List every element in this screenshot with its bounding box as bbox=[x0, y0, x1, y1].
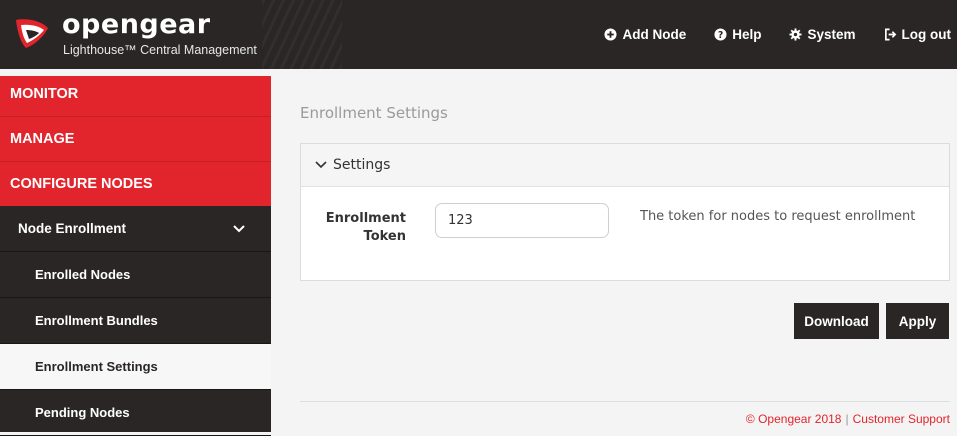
download-button[interactable]: Download bbox=[794, 303, 879, 339]
brand-tagline: Lighthouse™ Central Management bbox=[63, 43, 257, 57]
top-bar: opengear Lighthouse™ Central Management … bbox=[0, 0, 957, 69]
logo[interactable]: opengear Lighthouse™ Central Management bbox=[10, 8, 270, 60]
sidebar-section-manage[interactable]: MANAGE bbox=[0, 116, 271, 161]
settings-panel: Settings Enrollment Token The token for … bbox=[300, 143, 950, 281]
enrollment-token-label-line2: Token bbox=[363, 229, 406, 244]
svg-text:?: ? bbox=[718, 30, 723, 41]
sidebar-item-enrolled-nodes[interactable]: Enrolled Nodes bbox=[0, 252, 271, 298]
footer-separator: | bbox=[845, 412, 849, 426]
sidebar: MONITOR MANAGE CONFIGURE NODES Node Enro… bbox=[0, 76, 271, 436]
enrollment-token-label-line1: Enrollment bbox=[325, 211, 406, 226]
help-label: Help bbox=[732, 27, 762, 42]
settings-panel-header[interactable]: Settings bbox=[301, 144, 949, 187]
help-button[interactable]: ? Help bbox=[714, 27, 761, 42]
add-node-label: Add Node bbox=[622, 27, 687, 42]
sidebar-item-enrollment-bundles[interactable]: Enrollment Bundles bbox=[0, 298, 271, 344]
log-out-button[interactable]: Log out bbox=[884, 27, 951, 42]
chevron-down-icon bbox=[233, 206, 245, 251]
enrollment-token-label: Enrollment Token bbox=[301, 210, 406, 246]
sidebar-item-enrollment-settings[interactable]: Enrollment Settings bbox=[0, 344, 271, 390]
chevron-down-icon bbox=[315, 161, 327, 169]
log-out-label: Log out bbox=[901, 27, 951, 42]
question-circle-icon: ? bbox=[714, 28, 727, 41]
sidebar-item-pending-nodes[interactable]: Pending Nodes bbox=[0, 390, 271, 436]
footer: © Opengear 2018 | Customer Support bbox=[746, 412, 950, 426]
customer-support-link[interactable]: Customer Support bbox=[853, 412, 950, 426]
sidebar-section-configure-nodes[interactable]: CONFIGURE NODES bbox=[0, 161, 271, 206]
settings-panel-title: Settings bbox=[333, 157, 391, 173]
enrollment-token-input[interactable] bbox=[435, 203, 609, 238]
plus-circle-icon bbox=[604, 28, 618, 41]
brand-name: opengear bbox=[62, 9, 211, 40]
sidebar-group-node-enrollment[interactable]: Node Enrollment bbox=[0, 206, 271, 252]
footer-copyright: © Opengear 2018 bbox=[745, 412, 842, 426]
header-decoration bbox=[262, 0, 342, 69]
page-title: Enrollment Settings bbox=[300, 104, 448, 122]
enrollment-token-help: The token for nodes to request enrollmen… bbox=[640, 209, 916, 224]
system-label: System bbox=[807, 27, 856, 42]
add-node-button[interactable]: Add Node bbox=[604, 27, 686, 42]
footer-divider bbox=[300, 401, 950, 402]
top-nav: Add Node ? Help System Log out bbox=[576, 0, 957, 69]
sign-out-icon bbox=[884, 28, 897, 41]
gear-icon bbox=[789, 28, 803, 41]
system-button[interactable]: System bbox=[789, 27, 856, 42]
opengear-logo-icon bbox=[16, 19, 48, 48]
sidebar-group-label: Node Enrollment bbox=[18, 221, 127, 236]
sidebar-section-monitor[interactable]: MONITOR bbox=[0, 76, 271, 116]
apply-button[interactable]: Apply bbox=[886, 303, 949, 339]
